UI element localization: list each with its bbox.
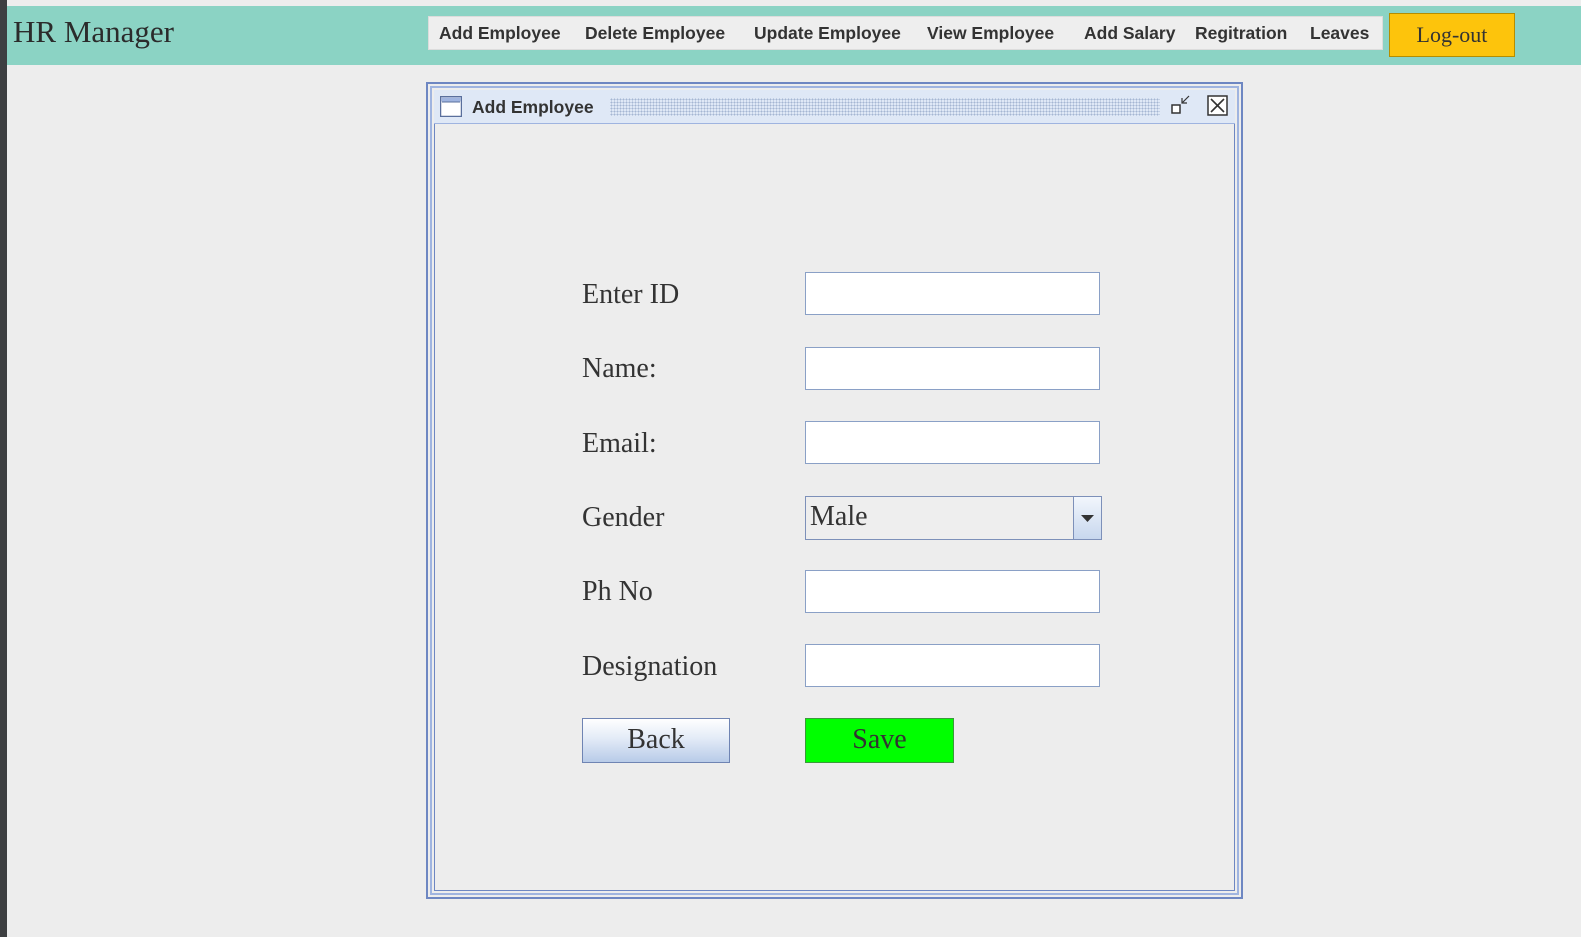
menu-add-employee[interactable]: Add Employee [439,17,561,49]
menu-update-employee[interactable]: Update Employee [754,17,901,49]
frame-inner-border [434,90,1235,891]
menu-add-salary[interactable]: Add Salary [1084,17,1175,49]
close-icon[interactable] [1206,94,1230,118]
enter-id-label: Enter ID [582,279,680,310]
designation-field[interactable] [805,644,1100,687]
frame-titlebar[interactable]: Add Employee [434,90,1235,124]
menu-delete-employee[interactable]: Delete Employee [585,17,725,49]
restore-icon[interactable] [1168,93,1194,119]
phone-label: Ph No [582,576,653,607]
frame-border [430,86,1239,895]
name-field[interactable] [805,347,1100,390]
enter-id-field[interactable] [805,272,1100,315]
designation-label: Designation [582,651,718,682]
phone-field[interactable] [805,570,1100,613]
app-header: HR Manager Add Employee Delete Employee … [7,6,1581,65]
window-left-edge [0,0,7,937]
logout-button[interactable]: Log-out [1389,13,1515,57]
back-button[interactable]: Back [582,718,730,763]
menu-view-employee[interactable]: View Employee [927,17,1054,49]
email-label: Email: [582,428,657,459]
titlebar-texture [610,98,1160,116]
save-button[interactable]: Save [805,718,954,763]
name-label: Name: [582,353,657,384]
window-icon [439,95,463,118]
app-title: HR Manager [13,14,174,49]
chevron-down-icon[interactable] [1073,497,1101,539]
menu-leaves[interactable]: Leaves [1310,17,1369,49]
gender-label: Gender [582,502,665,533]
menu-registration[interactable]: Regitration [1195,17,1287,49]
email-field[interactable] [805,421,1100,464]
add-employee-internal-frame: Add Employee [426,82,1243,899]
gender-dropdown[interactable]: Male [805,496,1102,540]
gender-selected-value: Male [810,501,868,532]
frame-title: Add Employee [472,97,594,117]
menu-bar: Add Employee Delete Employee Update Empl… [428,16,1383,50]
